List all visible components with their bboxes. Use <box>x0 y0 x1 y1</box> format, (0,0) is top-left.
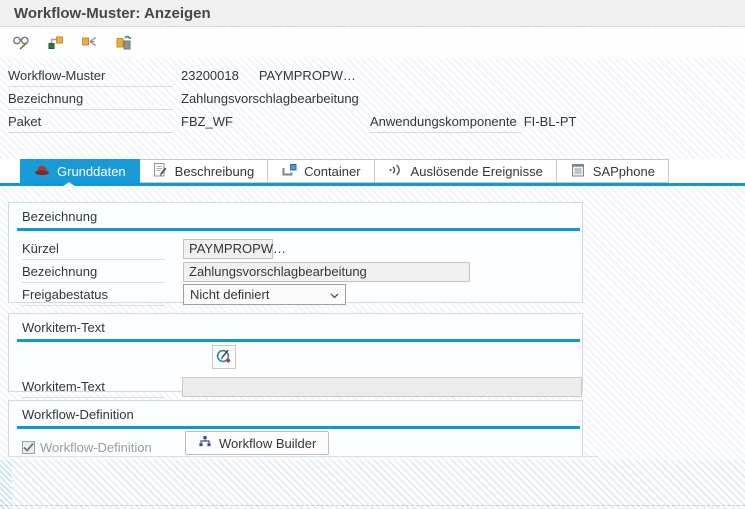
header-form: Workflow-Muster 23200018 PAYMPROPW… Beze… <box>8 64 745 133</box>
form-row: Workitem-Text <box>9 375 582 398</box>
group-title-underline <box>17 228 580 231</box>
copy-objects-icon <box>115 33 132 53</box>
insert-expression-button[interactable] <box>212 345 236 369</box>
field-label: Bezeichnung <box>8 87 173 110</box>
display-change-button[interactable] <box>8 30 34 56</box>
group-workflow-definition: Workflow-Definition Workflow-Definition <box>8 400 583 457</box>
form-row: Paket FBZ_WF Anwendungskomponente FI-BL-… <box>8 110 745 133</box>
group-title: Workflow-Definition <box>9 401 582 426</box>
description-value: Zahlungsvorschlagbearbeitung <box>181 91 359 106</box>
form-row: Workflow-Muster 23200018 PAYMPROPW… <box>8 64 745 87</box>
field-label: Paket <box>8 110 173 133</box>
left-gutter <box>0 460 12 509</box>
field-label: Freigabestatus <box>22 283 165 306</box>
glasses-pencil-icon <box>12 33 31 53</box>
split-arrows-icon <box>81 33 98 53</box>
checkmark-icon <box>23 440 34 455</box>
bottom-dashed-line <box>0 505 745 506</box>
button-label: Workflow Builder <box>219 436 316 451</box>
workflow-number-value: 23200018 <box>181 68 239 83</box>
hierarchy-button[interactable] <box>42 30 68 56</box>
workflow-icon <box>198 435 212 451</box>
tab-strip: Grunddaten Beschreibung Container <box>0 159 745 183</box>
tab-grunddaten[interactable]: Grunddaten <box>20 159 140 183</box>
workflow-builder-button[interactable]: Workflow Builder <box>185 431 329 455</box>
kuerzel-field[interactable]: PAYMPROPW… <box>183 239 273 259</box>
hat-icon <box>34 163 50 179</box>
field-label: Workitem-Text <box>22 375 164 398</box>
application-toolbar <box>0 28 745 58</box>
container-icon <box>281 162 297 181</box>
active-tab-notch <box>62 182 76 187</box>
form-row: Bezeichnung Zahlungsvorschlagbearbeitung <box>9 260 582 283</box>
tab-beschreibung[interactable]: Beschreibung <box>140 159 269 183</box>
sap-window: Workflow-Muster: Anzeigen <box>0 0 745 509</box>
phone-list-icon <box>570 162 586 181</box>
copy-button[interactable] <box>110 30 136 56</box>
group-title-underline <box>17 426 580 429</box>
application-component: Anwendungskomponente FI-BL-PT <box>370 110 576 133</box>
form-row: Kürzel PAYMPROPW… <box>9 237 582 260</box>
group-title: Bezeichnung <box>9 203 582 228</box>
field-label: Anwendungskomponente <box>370 110 521 133</box>
package-value: FBZ_WF <box>181 114 233 129</box>
workflow-abbr-value: PAYMPROPW… <box>259 68 356 83</box>
titlebar: Workflow-Muster: Anzeigen <box>0 0 745 27</box>
insert-expression-icon <box>215 347 233 368</box>
group-title-underline <box>17 339 580 342</box>
freigabestatus-dropdown[interactable]: Nicht definiert <box>183 284 346 305</box>
bottom-band <box>0 460 745 509</box>
chevron-down-icon <box>330 287 339 302</box>
field-label: Bezeichnung <box>22 260 165 283</box>
tab-label: SAPphone <box>593 164 655 179</box>
tab-label: Grunddaten <box>57 164 126 179</box>
sound-waves-icon <box>388 162 404 181</box>
group-workitem-text: Workitem-Text Workitem-Text <box>8 313 583 392</box>
dropdown-value: Nicht definiert <box>190 287 269 302</box>
panel-bottom-edge <box>8 456 598 457</box>
tab-ausloesende-ereignisse[interactable]: Auslösende Ereignisse <box>375 159 557 183</box>
page-title: Workflow-Muster: Anzeigen <box>14 5 211 22</box>
bezeichnung-field[interactable]: Zahlungsvorschlagbearbeitung <box>183 262 470 282</box>
checkbox-label: Workflow-Definition <box>40 440 152 455</box>
form-row <box>9 345 582 371</box>
hierarchy-icon <box>47 33 64 53</box>
tab-container[interactable]: Container <box>268 159 374 183</box>
tab-label: Beschreibung <box>175 164 255 179</box>
tab-label: Auslösende Ereignisse <box>411 164 543 179</box>
workitem-text-field <box>182 377 582 397</box>
field-label: Kürzel <box>22 237 165 260</box>
distribute-button[interactable] <box>76 30 102 56</box>
application-component-value: FI-BL-PT <box>524 114 577 129</box>
form-row: Bezeichnung Zahlungsvorschlagbearbeitung <box>8 87 745 110</box>
tab-sapphone[interactable]: SAPphone <box>557 159 669 183</box>
tab-label: Container <box>304 164 360 179</box>
group-bezeichnung: Bezeichnung Kürzel PAYMPROPW… Bezeichnun… <box>8 202 583 303</box>
field-label: Workflow-Muster <box>8 64 173 87</box>
group-title: Workitem-Text <box>9 314 582 339</box>
document-pencil-icon <box>153 162 168 181</box>
workflow-definition-checkbox <box>22 441 35 454</box>
form-row: Freigabestatus Nicht definiert <box>9 283 582 306</box>
tab-underline <box>0 183 745 186</box>
